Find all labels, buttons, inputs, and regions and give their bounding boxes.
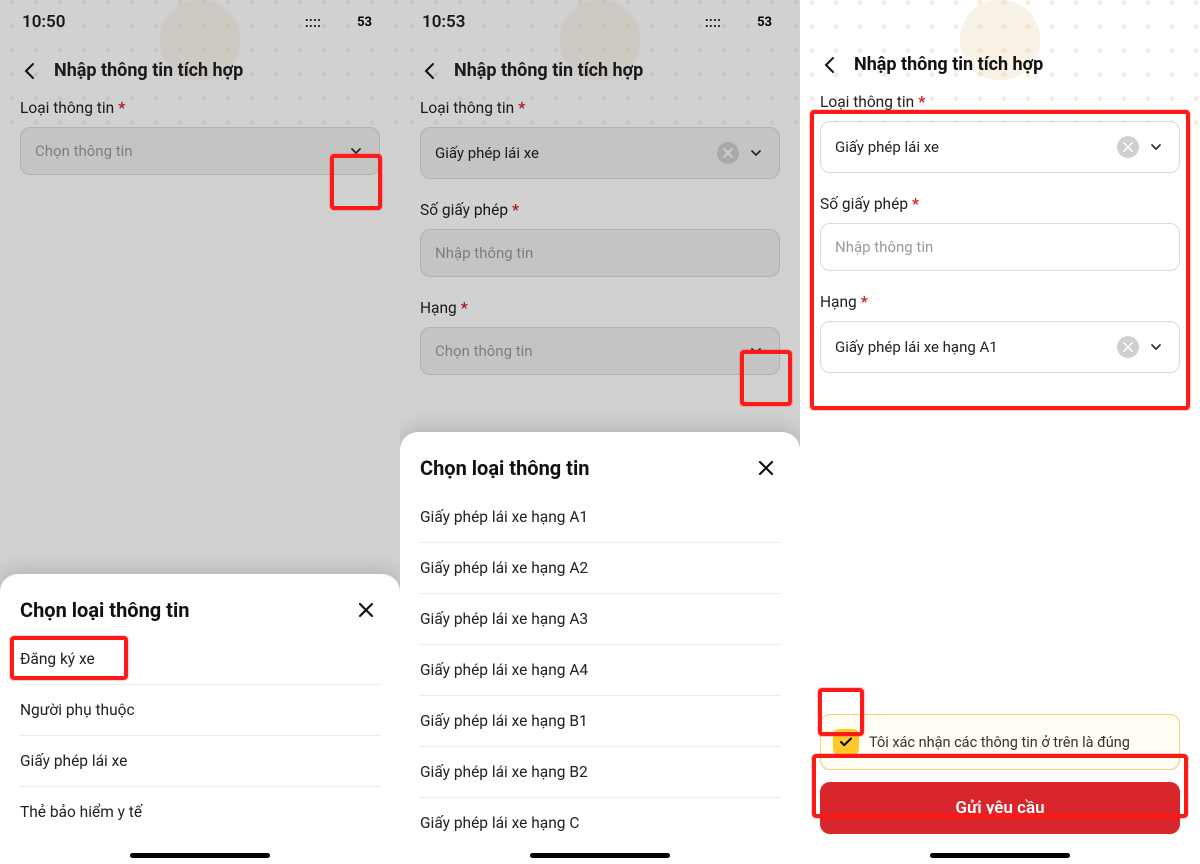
page-title: Nhập thông tin tích hợp [854,54,1043,75]
close-icon[interactable] [352,596,380,624]
license-no-placeholder: Nhập thông tin [435,244,765,262]
confirm-checkbox[interactable] [833,729,859,755]
clear-icon[interactable] [1117,336,1139,358]
wifi-icon [327,15,345,29]
wifi-icon [727,15,745,29]
rank-select[interactable]: Giấy phép lái xe hạng A1 [820,321,1180,373]
option-nguoi-phu-thuoc[interactable]: Người phụ thuộc [20,685,380,736]
option-the-bao-hiem[interactable]: Thẻ bảo hiểm y tế [20,787,380,837]
option-rank-c[interactable]: Giấy phép lái xe hạng C [420,798,780,848]
info-type-value: Giấy phép lái xe [435,144,709,162]
signal-icon: :::: [705,13,721,31]
info-type-placeholder: Chọn thông tin [35,142,339,160]
info-type-select[interactable]: Chọn thông tin [20,127,380,175]
battery-indicator: 53 [751,14,778,31]
option-rank-a4[interactable]: Giấy phép lái xe hạng A4 [420,645,780,696]
label-info-type: Loại thông tin* [420,99,780,117]
status-time: 10:50 [22,12,65,32]
info-type-value: Giấy phép lái xe [835,138,1109,156]
option-rank-a3[interactable]: Giấy phép lái xe hạng A3 [420,594,780,645]
option-giay-phep-lai-xe[interactable]: Giấy phép lái xe [20,736,380,787]
submit-label: Gửi yêu cầu [955,798,1044,818]
screenshot-1: 10:50 :::: 53 Nhập thông tin tích hợp Lo… [0,0,400,864]
chevron-down-icon[interactable] [1147,138,1165,156]
back-button[interactable] [420,61,440,81]
confirm-text: Tôi xác nhận các thông tin ở trên là đún… [869,734,1130,751]
chevron-down-icon[interactable] [747,342,765,360]
option-rank-a1[interactable]: Giấy phép lái xe hạng A1 [420,492,780,543]
back-button[interactable] [20,61,40,81]
info-type-select[interactable]: Giấy phép lái xe [420,127,780,179]
label-rank: Hạng* [420,299,780,317]
label-license-no: Số giấy phép* [420,201,780,219]
signal-icon: :::: [305,13,321,31]
option-rank-b2[interactable]: Giấy phép lái xe hạng B2 [420,747,780,798]
sheet-title: Chọn loại thông tin [20,598,189,622]
status-bar: 10:50 :::: 53 [0,0,400,44]
license-no-input[interactable]: Nhập thông tin [820,223,1180,271]
option-rank-a2[interactable]: Giấy phép lái xe hạng A2 [420,543,780,594]
status-time: 10:53 [422,12,465,32]
label-rank: Hạng* [820,293,1180,311]
label-info-type: Loại thông tin* [820,93,1180,111]
rank-value: Giấy phép lái xe hạng A1 [835,338,1109,356]
page-title: Nhập thông tin tích hợp [54,60,243,81]
license-no-placeholder: Nhập thông tin [835,238,1165,256]
home-indicator [530,853,670,858]
clear-icon[interactable] [1117,136,1139,158]
back-button[interactable] [820,55,840,75]
page-title: Nhập thông tin tích hợp [454,60,643,81]
chevron-down-icon[interactable] [747,144,765,162]
label-info-type: Loại thông tin* [20,99,380,117]
bottom-sheet-info-type: Chọn loại thông tin Đăng ký xe Người phụ… [0,574,400,864]
info-type-select[interactable]: Giấy phép lái xe [820,121,1180,173]
option-rank-b1[interactable]: Giấy phép lái xe hạng B1 [420,696,780,747]
home-indicator [930,853,1070,858]
battery-indicator: 53 [351,14,378,31]
chevron-down-icon[interactable] [1147,338,1165,356]
home-indicator [130,853,270,858]
submit-button[interactable]: Gửi yêu cầu [820,782,1180,834]
status-bar: 10:53 :::: 53 [400,0,800,44]
license-no-input[interactable]: Nhập thông tin [420,229,780,277]
rank-placeholder: Chọn thông tin [435,342,739,360]
label-license-no: Số giấy phép* [820,195,1180,213]
rank-select[interactable]: Chọn thông tin [420,327,780,375]
chevron-down-icon[interactable] [347,142,365,160]
sheet-title: Chọn loại thông tin [420,456,589,480]
confirm-box: Tôi xác nhận các thông tin ở trên là đún… [820,714,1180,770]
status-bar [800,0,1200,30]
screenshot-2: 10:53 :::: 53 Nhập thông tin tích hợp Lo… [400,0,800,864]
close-icon[interactable] [752,454,780,482]
clear-icon[interactable] [717,142,739,164]
bottom-sheet-rank: Chọn loại thông tin Giấy phép lái xe hạn… [400,432,800,864]
option-dang-ky-xe[interactable]: Đăng ký xe [20,634,380,685]
screenshot-3: Nhập thông tin tích hợp Loại thông tin* … [800,0,1200,864]
